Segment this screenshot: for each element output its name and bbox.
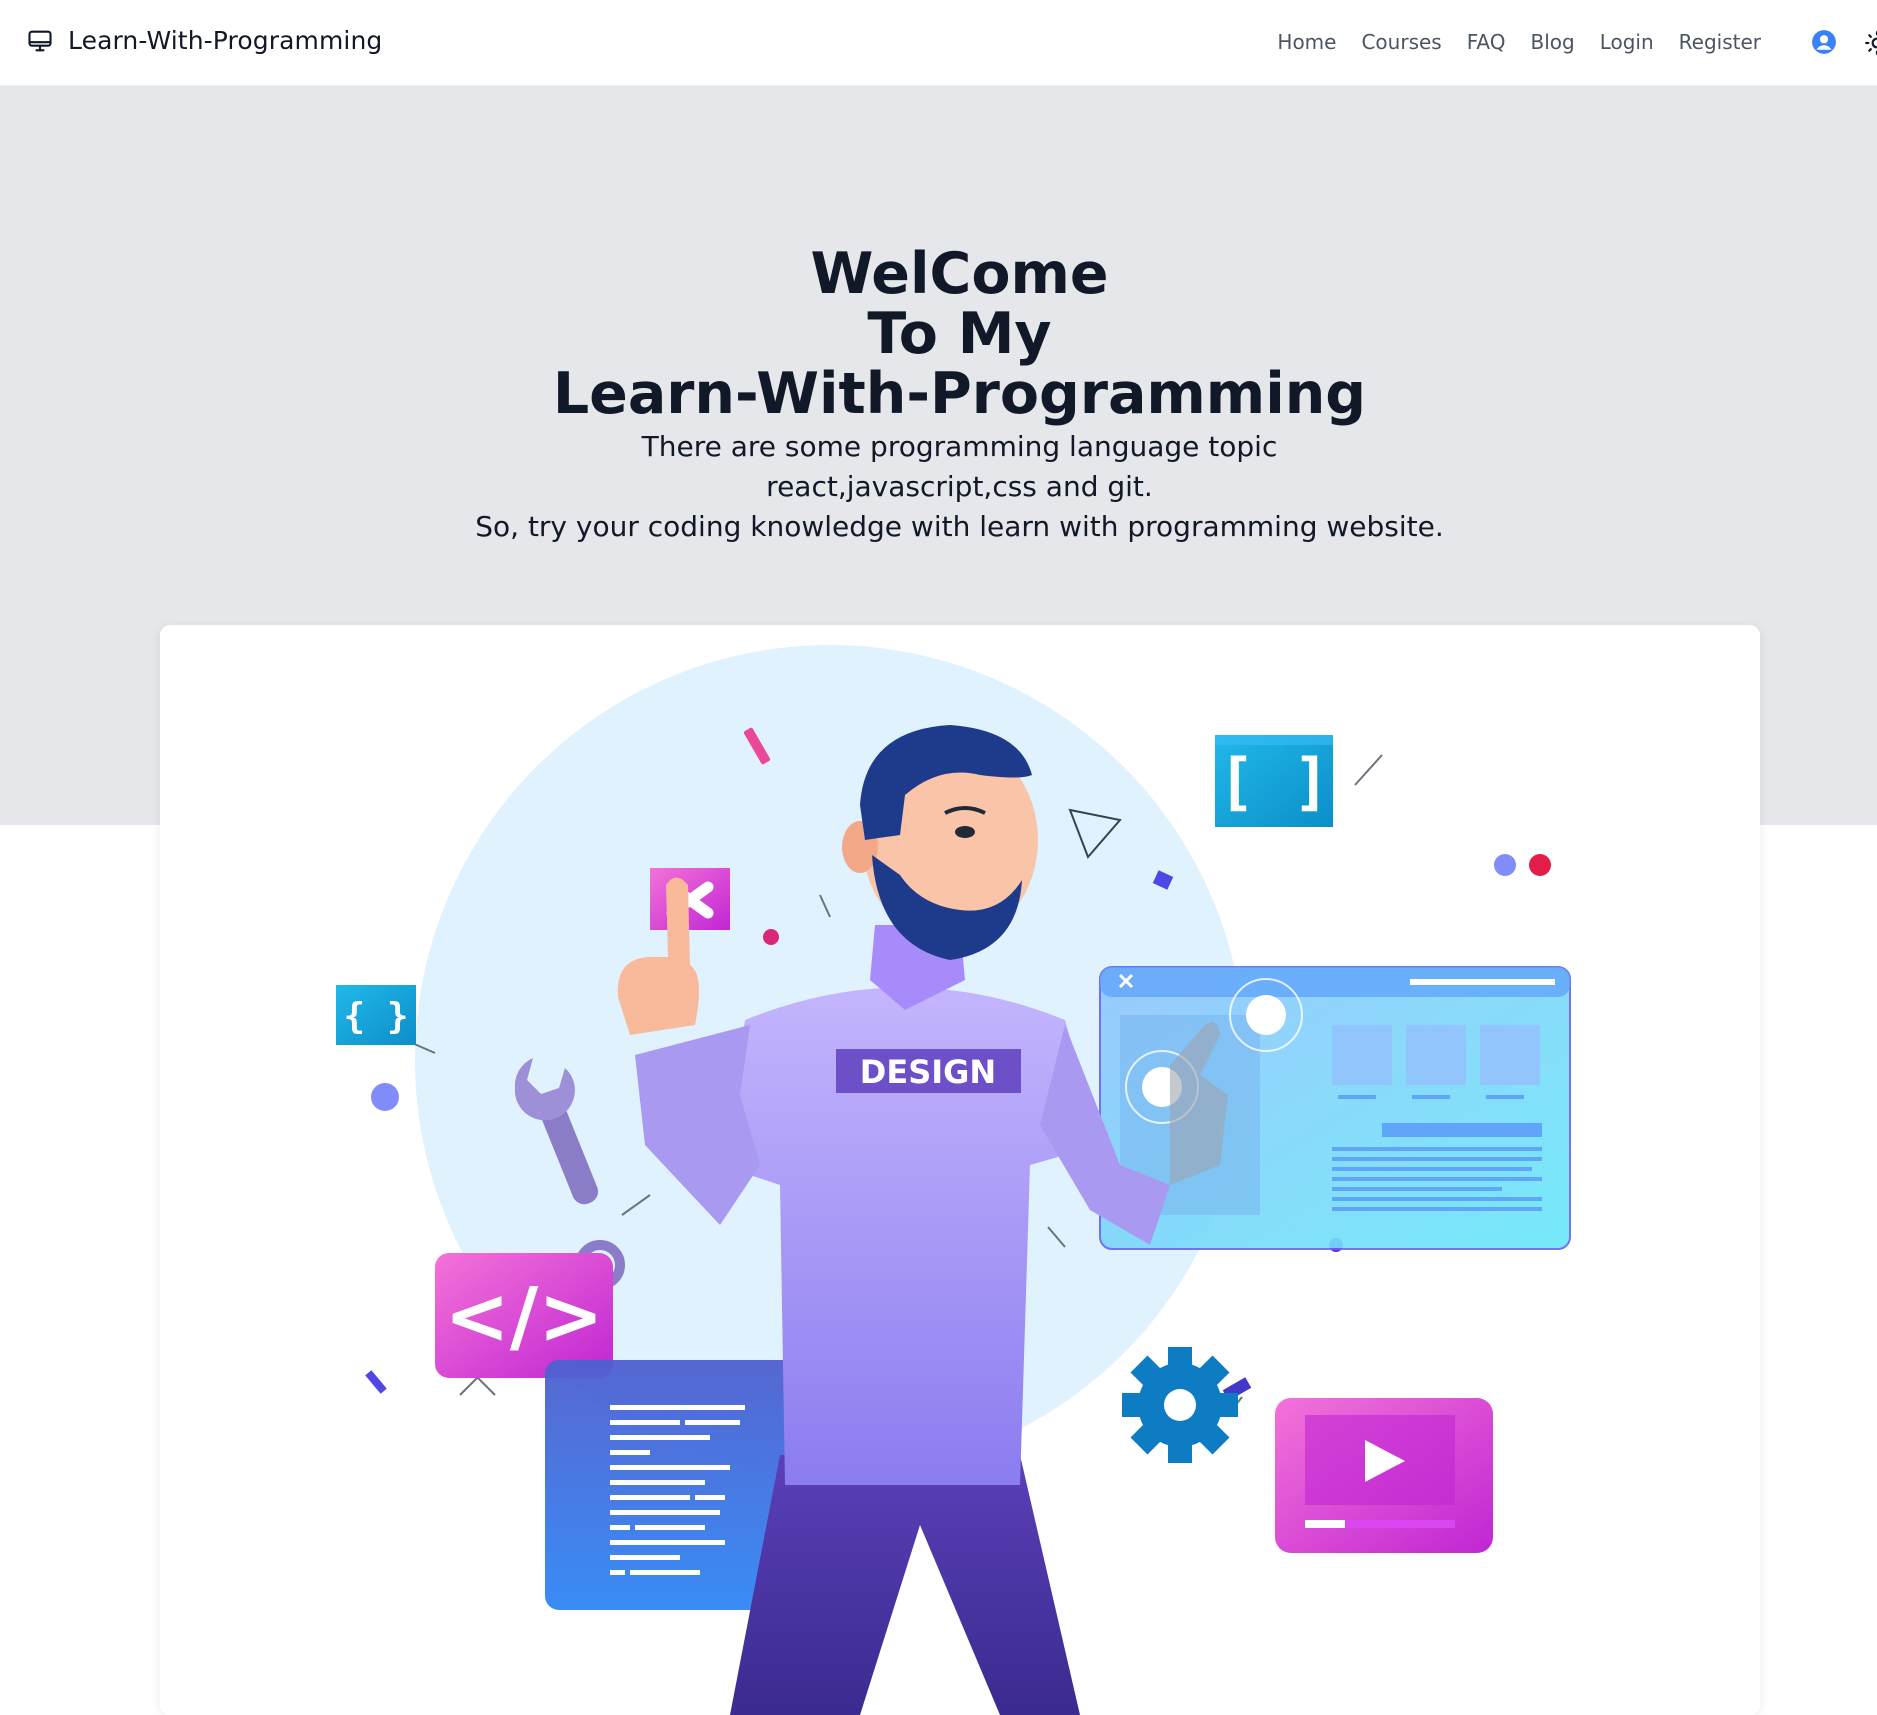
hero-description: There are some programming language topi… [0, 427, 1877, 547]
close-badge [650, 868, 730, 930]
hero-title-line: WelCome [810, 241, 1109, 307]
nav-link-home[interactable]: Home [1277, 30, 1336, 54]
video-badge [1275, 1398, 1493, 1553]
code-badge: </> [435, 1253, 613, 1378]
gear-icon [1122, 1347, 1238, 1463]
confetti-dot [763, 929, 779, 945]
hero-title: WelCome To My Learn-With-Programming [0, 244, 1877, 424]
brand-name: Learn-With-Programming [68, 26, 383, 55]
bracket-badge: [ ] [1215, 735, 1333, 827]
bracket-badge-text: [ ] [1218, 745, 1330, 818]
hero-description-line: There are some programming language topi… [641, 430, 1278, 463]
navbar: Learn-With-Programming Home Courses FAQ … [0, 0, 1877, 86]
confetti-dot [1529, 854, 1551, 876]
hero-title-line: To My [867, 301, 1052, 367]
hero-illustration-card: [ ] { } </> DESIGN [160, 625, 1760, 1715]
confetti-dot [371, 1083, 399, 1111]
brace-badge: { } [336, 985, 416, 1045]
sun-icon[interactable] [1864, 30, 1877, 60]
hero-text: WelCome To My Learn-With-Programming The… [0, 244, 1877, 547]
monitor-icon [26, 27, 54, 55]
shirt-text: DESIGN [860, 1053, 996, 1091]
confetti [365, 1370, 387, 1394]
hero-title-line: Learn-With-Programming [552, 361, 1367, 427]
hero-description-line: So, try your coding knowledge with learn… [475, 510, 1444, 543]
hero-description-line: react,javascript,css and git. [766, 470, 1153, 503]
nav-links: Home Courses FAQ Blog Login Register [1277, 30, 1761, 54]
confetti-dot [1494, 854, 1516, 876]
developer-illustration: [ ] { } </> DESIGN [336, 645, 1571, 1715]
nav-link-faq[interactable]: FAQ [1467, 30, 1506, 54]
brace-badge-text: { } [343, 996, 408, 1037]
user-circle-icon[interactable] [1811, 29, 1837, 59]
nav-link-register[interactable]: Register [1679, 30, 1761, 54]
confetti-line [1354, 754, 1383, 786]
brand-link[interactable]: Learn-With-Programming [26, 26, 382, 55]
nav-link-courses[interactable]: Courses [1361, 30, 1441, 54]
code-badge-text: </> [444, 1272, 603, 1362]
nav-link-login[interactable]: Login [1600, 30, 1654, 54]
nav-link-blog[interactable]: Blog [1530, 30, 1574, 54]
